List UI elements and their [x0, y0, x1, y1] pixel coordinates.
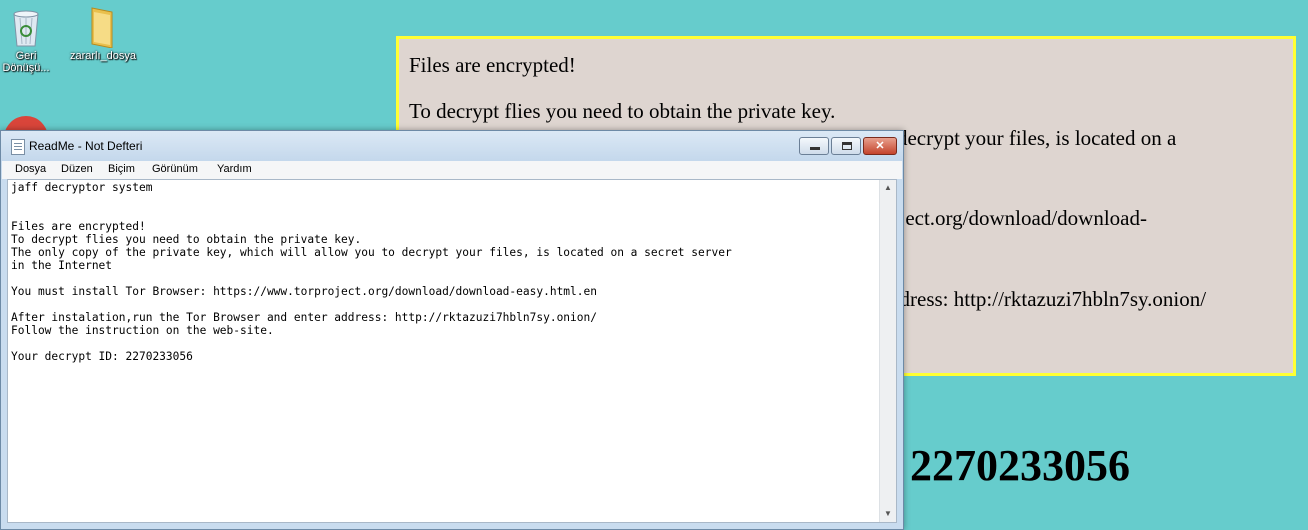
desktop-icon-folder[interactable]: zararlı_dosya: [70, 4, 137, 62]
editor-content[interactable]: jaff decryptor system Files are encrypte…: [11, 181, 871, 363]
ransom-line: Files are encrypted!: [409, 53, 576, 77]
title-bar[interactable]: ReadMe - Not Defteri ✕: [1, 131, 903, 161]
desktop-icon-label: zararlı_dosya: [70, 50, 137, 62]
maximize-icon: [842, 142, 852, 150]
recycle-bin-icon: [6, 4, 46, 48]
menu-file[interactable]: Dosya: [15, 163, 46, 175]
desktop-icon-recycle-bin[interactable]: Geri Dönüşü...: [0, 4, 58, 74]
scroll-down-icon[interactable]: ▼: [880, 506, 896, 522]
menu-edit[interactable]: Düzen: [61, 163, 93, 175]
notepad-window[interactable]: ReadMe - Not Defteri ✕ Dosya Düzen Biçim…: [0, 130, 904, 530]
minimize-icon: [810, 147, 820, 150]
ransom-line: ddress: http://rktazuzi7hbln7sy.onion/: [889, 287, 1207, 311]
folder-icon: [82, 4, 122, 49]
vertical-scrollbar[interactable]: ▲ ▼: [879, 180, 896, 522]
minimize-button[interactable]: [799, 137, 829, 155]
ransom-line: oject.org/download/download-: [889, 206, 1147, 230]
scroll-up-icon[interactable]: ▲: [880, 180, 896, 196]
menu-help[interactable]: Yardım: [217, 163, 252, 175]
maximize-button[interactable]: [831, 137, 861, 155]
notepad-icon: [11, 139, 25, 155]
menu-bar: Dosya Düzen Biçim Görünüm Yardım: [2, 161, 902, 179]
ransom-line: To decrypt flies you need to obtain the …: [409, 99, 836, 123]
desktop-icon-label: Geri Dönüşü...: [2, 50, 50, 74]
menu-view[interactable]: Görünüm: [152, 163, 198, 175]
close-button[interactable]: ✕: [863, 137, 897, 155]
decrypt-id-large: 2270233056: [910, 441, 1130, 490]
text-editor[interactable]: jaff decryptor system Files are encrypte…: [7, 179, 897, 523]
window-title: ReadMe - Not Defteri: [29, 139, 143, 153]
menu-format[interactable]: Biçim: [108, 163, 135, 175]
close-icon: ✕: [875, 140, 885, 152]
